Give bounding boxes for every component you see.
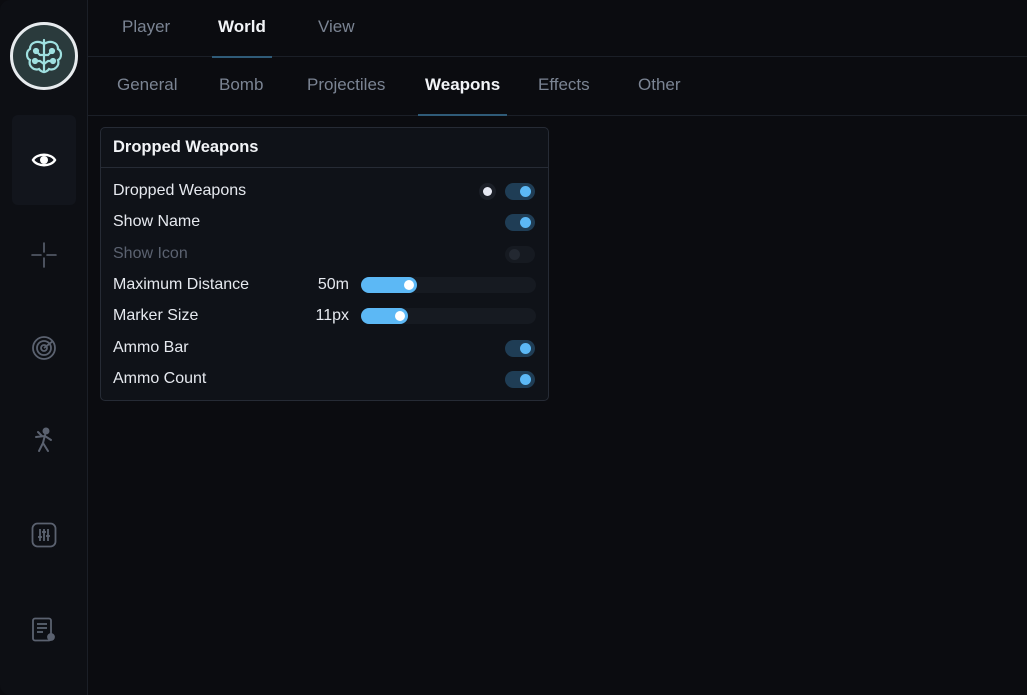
tab-world[interactable]: World [212, 0, 272, 58]
row-label: Dropped Weapons [113, 182, 247, 199]
row-ammo-count: Ammo Count [101, 363, 548, 394]
eye-icon [31, 153, 57, 167]
brain-logo-icon [10, 22, 78, 90]
row-marker-size: Marker Size 11px [101, 300, 548, 331]
subtab-projectiles[interactable]: Projectiles [307, 57, 385, 115]
slider-handle[interactable] [395, 311, 405, 321]
sub-tab-bar: General Bomb Projectiles Weapons Effects… [88, 57, 1027, 116]
list-settings-icon [32, 617, 55, 642]
subtab-effects[interactable]: Effects [538, 57, 590, 115]
row-label: Ammo Count [113, 370, 207, 387]
sidebar-item-radar[interactable] [12, 303, 76, 393]
maximum-distance-slider[interactable] [361, 277, 536, 293]
sidebar-item-aim[interactable] [12, 210, 76, 300]
row-dropped-weapons: Dropped Weapons [101, 175, 548, 206]
app-window: Player World View General Bomb Projectil… [0, 0, 1027, 695]
row-ammo-bar: Ammo Bar [101, 332, 548, 363]
row-maximum-distance: Maximum Distance 50m [101, 269, 548, 300]
panel-title: Dropped Weapons [101, 128, 548, 168]
sidebar-item-config[interactable] [12, 585, 76, 675]
sidebar-item-movement[interactable] [12, 395, 76, 485]
row-label: Marker Size [113, 307, 199, 324]
subtab-bomb[interactable]: Bomb [219, 57, 263, 115]
row-label: Show Name [113, 213, 201, 230]
ammo-count-toggle[interactable] [505, 371, 535, 388]
toggle-knob [520, 374, 531, 385]
marker-size-value: 11px [315, 307, 349, 324]
toggle-knob [520, 186, 531, 197]
toggle-knob [520, 343, 531, 354]
top-tab-bar: Player World View [88, 0, 1027, 58]
subtab-general[interactable]: General [117, 57, 177, 115]
sidebar-item-visuals[interactable] [12, 115, 76, 205]
color-picker-swatch[interactable] [479, 183, 496, 200]
radar-icon [32, 336, 56, 360]
toggle-knob [509, 249, 520, 260]
sidebar [0, 0, 88, 695]
row-show-name: Show Name [101, 206, 548, 237]
row-show-icon: Show Icon [101, 238, 548, 269]
subtab-other[interactable]: Other [638, 57, 681, 115]
toggle-knob [520, 217, 531, 228]
row-label: Ammo Bar [113, 339, 189, 356]
subtab-weapons[interactable]: Weapons [417, 57, 508, 116]
show-name-toggle[interactable] [505, 214, 535, 231]
marker-size-slider[interactable] [361, 308, 536, 324]
slider-handle[interactable] [404, 280, 414, 290]
ammo-bar-toggle[interactable] [505, 340, 535, 357]
row-label: Maximum Distance [113, 276, 250, 293]
crosshair-icon [31, 242, 57, 268]
dropped-weapons-panel: Dropped Weapons Dropped Weapons Show Nam… [100, 127, 549, 401]
row-label: Show Icon [113, 245, 188, 262]
sidebar-item-settings[interactable] [12, 490, 76, 580]
sliders-icon [31, 522, 57, 548]
maximum-distance-value: 50m [317, 276, 349, 293]
figure-icon [35, 427, 52, 452]
tab-view[interactable]: View [318, 0, 355, 57]
dropped-weapons-toggle[interactable] [505, 183, 535, 200]
tab-player[interactable]: Player [122, 0, 170, 57]
show-icon-toggle[interactable] [505, 246, 535, 263]
